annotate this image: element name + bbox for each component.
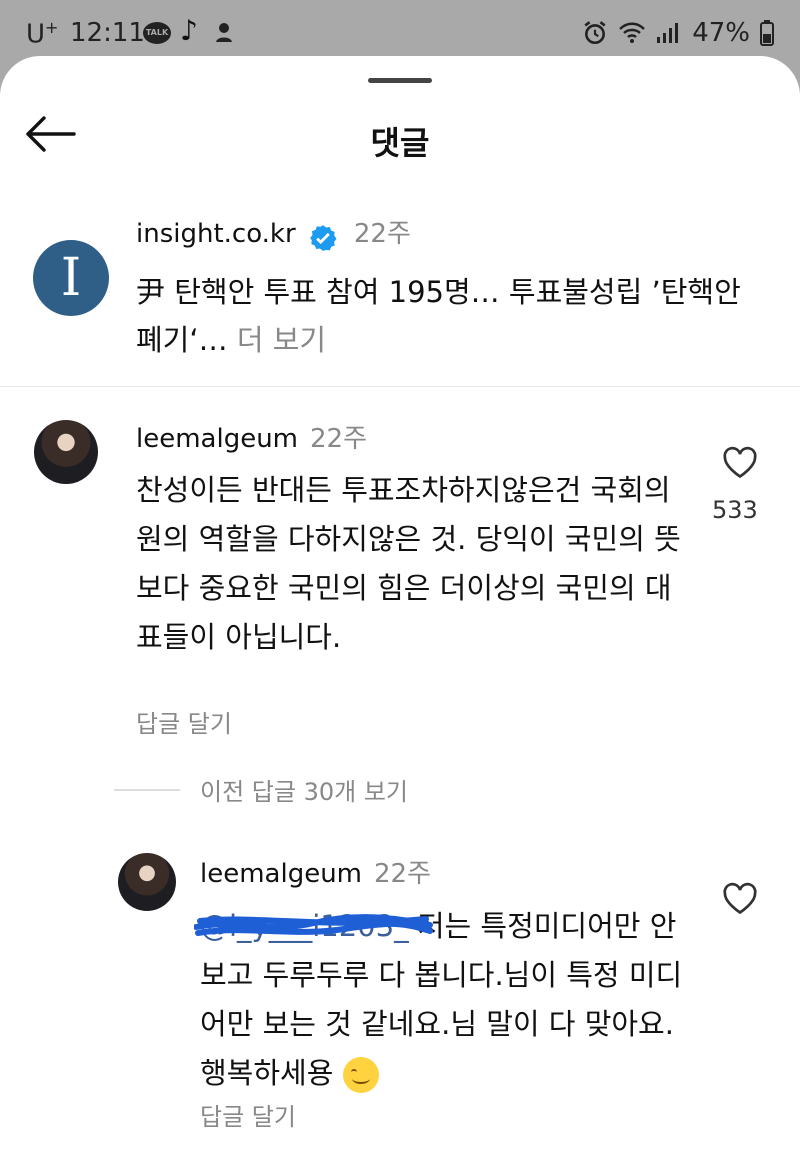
comment-header: leemalgeum 22주 <box>136 418 367 455</box>
reply-header: leemalgeum 22주 <box>200 853 431 890</box>
post-username[interactable]: insight.co.kr <box>136 219 296 249</box>
carrier-label: U+ <box>26 18 59 50</box>
avatar[interactable] <box>34 420 98 484</box>
status-time: 12:11 <box>70 18 145 48</box>
reply-button[interactable]: 답글 달기 <box>136 704 232 739</box>
status-bar: U+ 12:11 TALK ♪ 47% <box>0 0 800 64</box>
kakaotalk-icon: TALK <box>143 22 171 44</box>
status-right: 47% <box>582 18 774 48</box>
post-header: insight.co.kr 22주 <box>136 213 411 252</box>
tiktok-icon: ♪ <box>180 14 198 47</box>
signal-icon <box>657 23 679 43</box>
page-title: 댓글 <box>370 124 430 162</box>
reply-username[interactable]: leemalgeum <box>200 859 362 889</box>
comment-time: 22주 <box>310 424 368 454</box>
thread-line <box>114 789 180 791</box>
more-link[interactable]: 더 보기 <box>237 323 326 357</box>
avatar[interactable] <box>118 853 176 911</box>
like-count: 533 <box>712 496 758 524</box>
comment-username[interactable]: leemalgeum <box>136 424 298 454</box>
post-caption-text: 尹 탄핵안 투표 참여 195명… 투표불성립 ’탄핵안 폐기‘… <box>136 275 741 357</box>
battery-icon <box>760 20 774 46</box>
battery-level: 47% <box>692 18 750 48</box>
drag-handle[interactable] <box>368 78 432 83</box>
heart-icon[interactable] <box>722 882 758 916</box>
avatar[interactable]: I <box>33 240 109 316</box>
verified-badge-icon <box>309 224 337 251</box>
alarm-icon <box>584 21 606 45</box>
smiling-face-emoji <box>342 1057 379 1093</box>
mention-link[interactable]: @l_y___i1203_ <box>194 909 433 943</box>
redaction-scribble <box>194 914 433 936</box>
divider <box>0 386 800 387</box>
comment-text: 찬성이든 반대든 투표조차하지않은건 국회의원의 역할을 다하지않은 것. 당익… <box>136 473 681 654</box>
reply-button[interactable]: 답글 달기 <box>200 1097 296 1132</box>
post-time: 22주 <box>353 219 411 249</box>
comments-sheet: 댓글 I insight.co.kr 22주 尹 탄핵안 투표 참여 195명…… <box>0 56 800 1172</box>
wifi-icon <box>619 22 646 43</box>
reply-text-block: @l_y___i1203_ 저는 특정미디어만 안보고 두루두루 다 봅니다.님… <box>194 902 700 1098</box>
reply-time: 22주 <box>374 859 432 889</box>
notification-icon <box>216 23 232 42</box>
heart-icon[interactable] <box>722 446 758 480</box>
view-previous-replies[interactable]: 이전 답글 30개 보기 <box>200 772 408 807</box>
post-caption: 尹 탄핵안 투표 참여 195명… 투표불성립 ’탄핵안 폐기‘… 더 보기 <box>136 268 756 364</box>
